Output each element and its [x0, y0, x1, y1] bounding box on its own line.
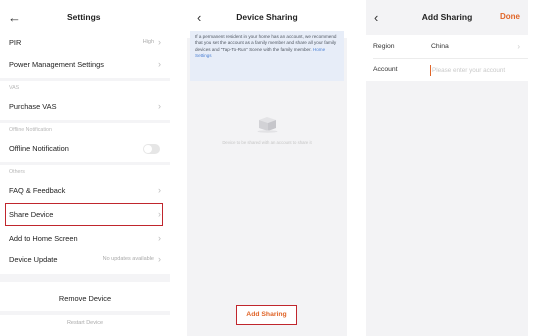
divider	[373, 58, 528, 59]
divider	[0, 78, 170, 81]
restart-device-button[interactable]: Restart Device	[0, 320, 170, 326]
offline-notification-label: Offline Notification	[9, 144, 69, 153]
vas-section-header: VAS	[9, 85, 20, 91]
divider	[0, 274, 170, 282]
share-device-highlight	[5, 203, 163, 226]
chevron-right-icon: ›	[158, 37, 161, 47]
device-update-row[interactable]: Device Update No updates available ›	[0, 250, 170, 270]
add-to-home-row[interactable]: Add to Home Screen ›	[0, 229, 170, 249]
purchase-vas-row[interactable]: Purchase VAS ›	[0, 97, 170, 117]
chevron-right-icon: ›	[158, 254, 161, 264]
chevron-right-icon: ›	[158, 59, 161, 69]
device-sharing-panel: ‹ Device Sharing If a permanent resident…	[187, 0, 347, 336]
offline-section-header: Offline Notification	[9, 127, 52, 133]
divider	[0, 120, 170, 123]
settings-panel: ← Settings PIR High › Power Management S…	[0, 0, 170, 336]
purchase-vas-label: Purchase VAS	[9, 102, 57, 111]
add-to-home-label: Add to Home Screen	[9, 234, 78, 243]
remove-device-button[interactable]: Remove Device	[0, 294, 170, 303]
empty-box-icon	[257, 117, 278, 133]
divider	[0, 162, 170, 165]
region-value[interactable]: China	[431, 43, 449, 50]
region-label: Region	[373, 43, 395, 50]
empty-state-text: Device to be shared with an account to s…	[222, 140, 312, 145]
pir-row[interactable]: PIR High ›	[0, 33, 170, 53]
add-sharing-form: Region China › Account	[366, 35, 528, 81]
power-management-row[interactable]: Power Management Settings ›	[0, 55, 170, 75]
back-arrow-icon[interactable]: ←	[8, 11, 21, 25]
chevron-right-icon: ›	[517, 42, 520, 51]
pir-label: PIR	[9, 38, 22, 47]
pir-value: High	[142, 39, 154, 45]
device-update-label: Device Update	[9, 255, 58, 264]
power-management-label: Power Management Settings	[9, 60, 104, 69]
divider	[0, 311, 170, 315]
page-title: Settings	[67, 12, 101, 22]
chevron-right-icon: ›	[158, 233, 161, 243]
add-sharing-button[interactable]: Add Sharing	[236, 305, 297, 325]
offline-notification-toggle[interactable]	[143, 144, 160, 154]
device-update-value: No updates available	[102, 256, 154, 262]
add-sharing-panel: ‹ Add Sharing Done Region China › Accoun…	[366, 0, 528, 336]
add-sharing-header: ‹ Add Sharing Done	[366, 0, 528, 38]
account-input[interactable]	[430, 65, 522, 76]
page-title: Device Sharing	[236, 12, 298, 22]
offline-notification-row: Offline Notification	[0, 139, 170, 159]
chevron-right-icon: ›	[158, 185, 161, 195]
others-section-header: Others	[9, 169, 25, 175]
account-label: Account	[373, 66, 398, 73]
faq-label: FAQ & Feedback	[9, 186, 66, 195]
chevron-right-icon: ›	[158, 101, 161, 111]
family-tip-banner: If a permanent resident in your home has…	[190, 31, 344, 81]
faq-row[interactable]: FAQ & Feedback ›	[0, 181, 170, 201]
done-button[interactable]: Done	[500, 12, 520, 21]
